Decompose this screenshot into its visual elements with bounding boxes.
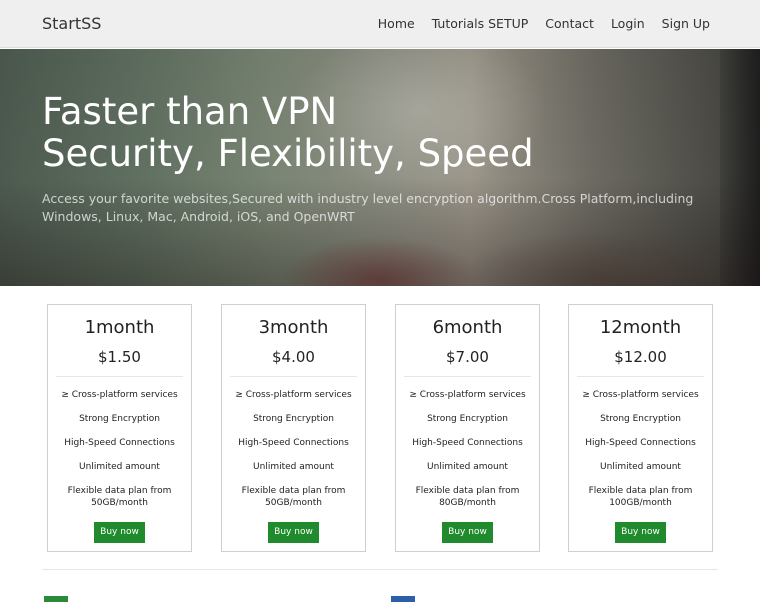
plan-name: 3month <box>258 317 329 338</box>
plan-divider <box>56 376 183 377</box>
feature-item: ≥ Cross-platform services <box>582 390 699 400</box>
feature-item: ≥ Cross-platform services <box>235 390 352 400</box>
feature-item: Strong Encryption <box>600 414 681 424</box>
feature-item: Strong Encryption <box>253 414 334 424</box>
nav-login-link[interactable]: Login <box>611 16 645 31</box>
blue-feature-icon <box>391 596 415 602</box>
plan-card-3month: 3month $4.00 ≥ Cross-platform services S… <box>221 304 366 552</box>
feature-item: Flexible data plan from 50GB/month <box>241 486 346 508</box>
plan-features: ≥ Cross-platform services Strong Encrypt… <box>48 387 191 519</box>
feature-item: Flexible data plan from 80GB/month <box>415 486 520 508</box>
hero-title-line1: Faster than VPN <box>42 90 338 133</box>
feature-item: Unlimited amount <box>253 462 334 472</box>
hero-title-line2: Security, Flexibility, Speed <box>42 132 534 175</box>
nav-links: Home Tutorials SETUP Contact Login Sign … <box>378 16 710 31</box>
plan-name: 6month <box>432 317 503 338</box>
feature-item: High-Speed Connections <box>238 438 349 448</box>
feature-item: Unlimited amount <box>79 462 160 472</box>
feature-item: High-Speed Connections <box>412 438 523 448</box>
nav-home-link[interactable]: Home <box>378 16 415 31</box>
buy-now-button[interactable]: Buy now <box>442 522 493 543</box>
hero-background-shade <box>720 49 760 286</box>
plan-price: $4.00 <box>272 348 315 366</box>
plan-card-12month: 12month $12.00 ≥ Cross-platform services… <box>568 304 713 552</box>
plan-divider <box>404 376 531 377</box>
feature-item: ≥ Cross-platform services <box>61 390 178 400</box>
hero-banner: Faster than VPN Security, Flexibility, S… <box>0 49 760 286</box>
section-divider <box>42 569 718 570</box>
brand-link[interactable]: StartSS <box>42 14 101 33</box>
buy-now-button[interactable]: Buy now <box>94 522 145 543</box>
nav-signup-link[interactable]: Sign Up <box>662 16 710 31</box>
feature-item: Strong Encryption <box>79 414 160 424</box>
green-feature-icon <box>44 596 68 602</box>
feature-item: ≥ Cross-platform services <box>409 390 526 400</box>
feature-item: Flexible data plan from 50GB/month <box>67 486 172 508</box>
plan-card-6month: 6month $7.00 ≥ Cross-platform services S… <box>395 304 540 552</box>
hero-title: Faster than VPN Security, Flexibility, S… <box>42 91 534 175</box>
plan-name: 1month <box>84 317 155 338</box>
feature-item: Unlimited amount <box>600 462 681 472</box>
plan-name: 12month <box>599 317 682 338</box>
plan-price: $7.00 <box>446 348 489 366</box>
plan-features: ≥ Cross-platform services Strong Encrypt… <box>222 387 365 519</box>
plan-divider <box>577 376 704 377</box>
hero-subtitle: Access your favorite websites,Secured wi… <box>42 191 694 224</box>
navbar: StartSS Home Tutorials SETUP Contact Log… <box>0 0 760 48</box>
feature-item: High-Speed Connections <box>64 438 175 448</box>
buy-now-button[interactable]: Buy now <box>268 522 319 543</box>
plan-divider <box>230 376 357 377</box>
plan-features: ≥ Cross-platform services Strong Encrypt… <box>396 387 539 519</box>
feature-item: Unlimited amount <box>427 462 508 472</box>
feature-item: Flexible data plan from 100GB/month <box>588 486 693 508</box>
plan-price: $12.00 <box>614 348 667 366</box>
nav-tutorials-link[interactable]: Tutorials SETUP <box>432 16 529 31</box>
plan-card-1month: 1month $1.50 ≥ Cross-platform services S… <box>47 304 192 552</box>
plan-features: ≥ Cross-platform services Strong Encrypt… <box>569 387 712 519</box>
buy-now-button[interactable]: Buy now <box>615 522 666 543</box>
plan-price: $1.50 <box>98 348 141 366</box>
feature-item: Strong Encryption <box>427 414 508 424</box>
nav-contact-link[interactable]: Contact <box>545 16 594 31</box>
feature-item: High-Speed Connections <box>585 438 696 448</box>
pricing-section: 1month $1.50 ≥ Cross-platform services S… <box>47 304 713 552</box>
